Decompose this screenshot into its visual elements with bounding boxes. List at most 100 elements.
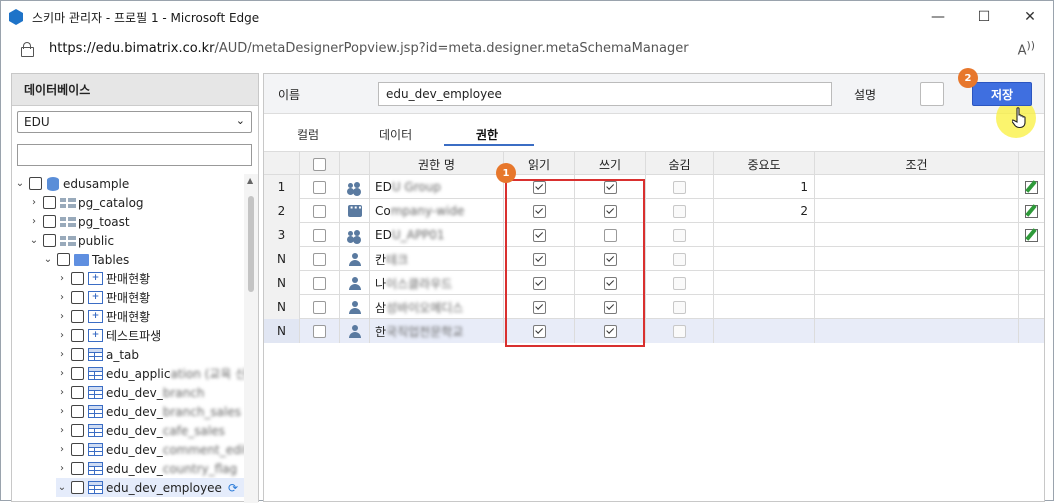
checkbox[interactable] [313, 228, 326, 242]
importance-cell[interactable]: 1 [714, 175, 815, 199]
header-importance[interactable]: 중요도 [714, 152, 815, 176]
tree-node[interactable]: › edu_dev_ comment_edit [56, 440, 244, 459]
chevron-right-icon[interactable]: › [56, 444, 68, 455]
tree-node-checkbox[interactable] [71, 272, 84, 285]
tree-scrollbar[interactable]: ▲ [244, 174, 258, 503]
tree-node-checkbox[interactable] [43, 196, 56, 209]
checkbox[interactable] [673, 300, 686, 314]
url-text[interactable]: https://edu.bimatrix.co.kr/AUD/metaDesig… [49, 41, 689, 56]
tree-node-checkbox[interactable] [71, 443, 84, 456]
tree-node-checkbox[interactable] [43, 215, 56, 228]
row-select-cell[interactable] [300, 247, 340, 271]
tree-node[interactable]: ⌄ public [28, 231, 114, 250]
edit-cell[interactable] [1019, 175, 1044, 199]
tree-node-checkbox[interactable] [57, 253, 70, 266]
permission-name-cell[interactable]: 한 국직업전문학교 [370, 319, 504, 343]
importance-cell[interactable] [714, 295, 815, 319]
tree-node[interactable]: › edu_applic ation (교육 신 [56, 364, 244, 383]
importance-cell[interactable] [714, 247, 815, 271]
row-select-cell[interactable] [300, 295, 340, 319]
chevron-down-icon[interactable]: ⌄ [14, 178, 26, 189]
chevron-right-icon[interactable]: › [56, 463, 68, 474]
hide-cell[interactable] [646, 199, 714, 223]
chevron-right-icon[interactable]: › [56, 368, 68, 379]
tree-node-checkbox[interactable] [71, 310, 84, 323]
chevron-right-icon[interactable]: › [28, 197, 40, 208]
tree-node[interactable]: › edu_dev_ country_flag [56, 459, 237, 478]
tree-node[interactable]: ⌄ edusample [14, 174, 129, 193]
condition-cell[interactable] [815, 271, 1019, 295]
checkbox[interactable] [313, 252, 326, 266]
importance-cell[interactable] [714, 223, 815, 247]
condition-cell[interactable] [815, 175, 1019, 199]
checkbox[interactable] [673, 204, 686, 218]
chevron-right-icon[interactable]: › [56, 406, 68, 417]
chevron-right-icon[interactable]: › [56, 330, 68, 341]
importance-cell[interactable] [714, 271, 815, 295]
lock-icon[interactable] [21, 41, 34, 57]
tree-node[interactable]: › + 테스트파생 [56, 326, 161, 345]
tree-node-checkbox[interactable] [71, 424, 84, 437]
edit-cell[interactable] [1019, 223, 1044, 247]
scroll-up-icon[interactable]: ▲ [247, 176, 253, 185]
save-button[interactable]: 저장 [972, 82, 1032, 106]
checkbox[interactable] [673, 180, 686, 194]
edit-icon[interactable] [1025, 204, 1038, 218]
edit-cell[interactable] [1019, 199, 1044, 223]
importance-cell[interactable]: 2 [714, 199, 815, 223]
tree-search-input[interactable] [17, 144, 252, 166]
row-select-cell[interactable] [300, 199, 340, 223]
tree-node[interactable]: ⌄ edu_dev_employee ⟳ [56, 478, 244, 497]
tree-node-checkbox[interactable] [71, 291, 84, 304]
row-select-cell[interactable] [300, 175, 340, 199]
permission-name-cell[interactable]: 나 이스클라우드 [370, 271, 504, 295]
chevron-right-icon[interactable]: › [28, 216, 40, 227]
checkbox[interactable] [313, 324, 326, 338]
row-select-cell[interactable] [300, 319, 340, 343]
condition-cell[interactable] [815, 247, 1019, 271]
checkbox[interactable] [673, 252, 686, 266]
chevron-right-icon[interactable]: › [56, 311, 68, 322]
condition-cell[interactable] [815, 223, 1019, 247]
row-select-cell[interactable] [300, 223, 340, 247]
tree-node-checkbox[interactable] [71, 405, 84, 418]
hide-cell[interactable] [646, 295, 714, 319]
permission-name-cell[interactable]: 칸 테크 [370, 247, 504, 271]
edit-icon[interactable] [1025, 180, 1038, 194]
tab-permissions[interactable]: 권한 [476, 126, 498, 143]
tree-node[interactable]: › + 판매현황 [56, 307, 150, 326]
tree-node[interactable]: ⌄ Tables [42, 250, 130, 269]
tree-node[interactable]: › + 판매현황 [56, 288, 150, 307]
chevron-right-icon[interactable]: › [56, 273, 68, 284]
tab-data[interactable]: 데이터 [379, 126, 412, 143]
tree-node[interactable]: › edu_dev_ branch_sales [56, 402, 241, 421]
tree-node-checkbox[interactable] [71, 386, 84, 399]
chevron-down-icon[interactable]: ⌄ [28, 235, 40, 246]
header-condition[interactable]: 조건 [815, 152, 1019, 176]
read-aloud-icon[interactable]: A)) [1018, 39, 1035, 58]
minimize-button[interactable]: — [915, 1, 961, 33]
address-bar[interactable]: https://edu.bimatrix.co.kr/AUD/metaDesig… [1, 33, 1053, 63]
name-input[interactable]: edu_dev_employee [378, 82, 832, 106]
close-button[interactable]: ✕ [1007, 1, 1053, 33]
row-select-cell[interactable] [300, 271, 340, 295]
chevron-right-icon[interactable]: › [56, 349, 68, 360]
tree-node[interactable]: › + 판매현황 [56, 269, 150, 288]
tree-node-checkbox[interactable] [71, 329, 84, 342]
checkbox[interactable] [673, 228, 686, 242]
hide-cell[interactable] [646, 319, 714, 343]
permission-name-cell[interactable]: 삼 성바이오메디스 [370, 295, 504, 319]
hide-cell[interactable] [646, 223, 714, 247]
checkbox[interactable] [313, 300, 326, 314]
table-row[interactable]: N 삼 성바이오메디스 [264, 295, 1044, 319]
table-row[interactable]: N 칸 테크 [264, 247, 1044, 271]
edit-icon[interactable] [1025, 228, 1038, 242]
hide-cell[interactable] [646, 175, 714, 199]
refresh-icon[interactable]: ⟳ [228, 481, 238, 495]
table-row[interactable]: 3 ED U_APP01 [264, 223, 1044, 247]
tree-node[interactable]: › pg_toast [28, 212, 130, 231]
tree-node-checkbox[interactable] [71, 481, 84, 494]
chevron-right-icon[interactable]: › [56, 292, 68, 303]
table-row[interactable]: 1 ED U Group 1 [264, 175, 1044, 199]
header-write[interactable]: 쓰기 [575, 152, 646, 176]
